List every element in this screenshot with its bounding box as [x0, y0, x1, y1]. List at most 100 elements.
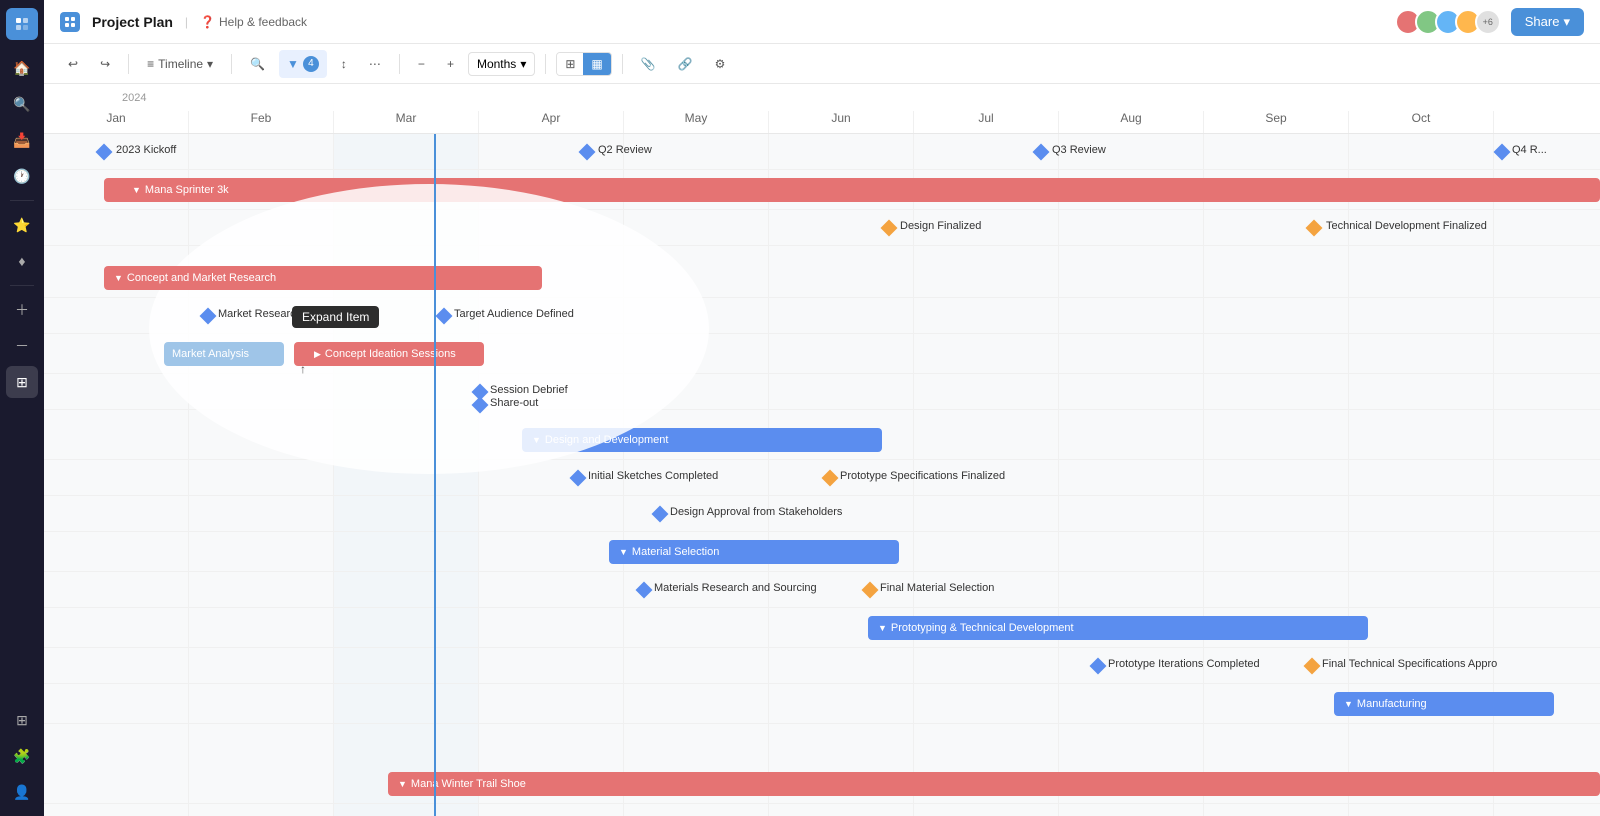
- milestone-q2: [579, 144, 596, 161]
- month-sep: Sep: [1204, 111, 1349, 133]
- milestone-market-research: [200, 308, 217, 325]
- sidebar-icon-puzzle[interactable]: 🧩: [6, 740, 38, 772]
- design-dev-label: ▼ Design and Development: [532, 434, 668, 446]
- prototyping-label: ▼ Prototyping & Technical Development: [878, 622, 1074, 634]
- sidebar-icon-diamond[interactable]: ♦: [6, 245, 38, 277]
- sidebar-icon-minus[interactable]: －: [6, 330, 38, 362]
- redo-button[interactable]: ↪: [92, 50, 118, 78]
- milestone-final-material: [862, 582, 879, 599]
- row-prototyping: ▼ Prototyping & Technical Development: [44, 608, 1600, 648]
- sidebar-icon-clock[interactable]: 🕐: [6, 160, 38, 192]
- milestone-kickoff: [96, 144, 113, 161]
- view-grid-button[interactable]: ▦: [583, 53, 610, 75]
- tech-dev-label: Technical Development Finalized: [1326, 220, 1487, 232]
- design-approval-label: Design Approval from Stakeholders: [670, 506, 842, 518]
- milestone-prototype-iterations: [1090, 658, 1107, 675]
- final-material-label: Final Material Selection: [880, 582, 994, 594]
- sidebar-icon-user[interactable]: 👤: [6, 776, 38, 808]
- row-mana-winter: ▼ Mana Winter Trail Shoe: [44, 764, 1600, 804]
- mana-sprinter-label: ▼ Mana Sprinter 3k: [132, 184, 229, 196]
- market-analysis-label: Market Analysis: [172, 348, 249, 360]
- month-jan: Jan: [44, 111, 189, 133]
- sidebar-icon-grid-bottom[interactable]: ⊞: [6, 704, 38, 736]
- bar-mana-sprinter[interactable]: ▼ Mana Sprinter 3k: [104, 178, 1600, 202]
- row-initial-sketches: Initial Sketches Completed Prototype Spe…: [44, 460, 1600, 496]
- design-finalized-label: Design Finalized: [900, 220, 981, 232]
- concept-market-label: ▼ Concept and Market Research: [114, 272, 276, 284]
- tooltip-expand: Expand Item: [292, 306, 379, 328]
- bar-material-selection[interactable]: ▼ Material Selection: [609, 540, 899, 564]
- undo-button[interactable]: ↩: [60, 50, 86, 78]
- link-button[interactable]: 🔗: [670, 50, 701, 78]
- sidebar-divider-2: [10, 285, 34, 286]
- attach-button[interactable]: 📎: [633, 50, 664, 78]
- session-debrief-label: Session Debrief: [490, 384, 568, 396]
- row-material-selection: ▼ Material Selection: [44, 532, 1600, 572]
- zoom-in-button[interactable]: +: [439, 50, 462, 78]
- month-oct: Oct: [1349, 111, 1494, 133]
- app-logo[interactable]: [6, 8, 38, 40]
- zoom-out-button[interactable]: −: [410, 50, 433, 78]
- milestone-tech-dev: [1306, 220, 1323, 237]
- bar-concept-market[interactable]: ▼ Concept and Market Research: [104, 266, 542, 290]
- cursor-indicator: ↑: [300, 362, 306, 376]
- milestone-initial-sketches: [570, 470, 587, 487]
- row-materials-research: Materials Research and Sourcing Final Ma…: [44, 572, 1600, 608]
- row-prototype-iterations: Prototype Iterations Completed Final Tec…: [44, 648, 1600, 684]
- bar-prototyping[interactable]: ▼ Prototyping & Technical Development: [868, 616, 1368, 640]
- sidebar-icon-home[interactable]: 🏠: [6, 52, 38, 84]
- chevron-down-icon: ▾: [520, 57, 526, 71]
- sidebar-divider-1: [10, 200, 34, 201]
- materials-research-label: Materials Research and Sourcing: [654, 582, 817, 594]
- row-session-debrief: Session Debrief Share-out: [44, 374, 1600, 410]
- share-button[interactable]: Share ▾: [1511, 8, 1584, 36]
- sort-button[interactable]: ↕: [333, 50, 355, 78]
- settings-button[interactable]: ⚙: [707, 50, 734, 78]
- gantt-container: 2024 Jan Feb Mar Apr May Jun Jul Aug Sep…: [44, 84, 1600, 816]
- months-button[interactable]: Months ▾: [468, 52, 535, 76]
- sidebar-icon-grid[interactable]: ⊞: [6, 366, 38, 398]
- timeline-button[interactable]: ≡ Timeline ▾: [139, 50, 221, 78]
- year-label: 2024: [122, 92, 146, 104]
- month-mar: Mar: [334, 111, 479, 133]
- bar-market-analysis[interactable]: Market Analysis: [164, 342, 284, 366]
- sidebar-icon-star[interactable]: ⭐: [6, 209, 38, 241]
- milestone-final-tech-specs: [1304, 658, 1321, 675]
- search-button[interactable]: 🔍: [242, 50, 273, 78]
- sidebar-icon-add[interactable]: ＋: [6, 294, 38, 326]
- sidebar-icon-search[interactable]: 🔍: [6, 88, 38, 120]
- bar-manufacturing[interactable]: ▼ Manufacturing: [1334, 692, 1554, 716]
- spacer-2: [44, 410, 1600, 420]
- more-button[interactable]: ⋯: [361, 50, 389, 78]
- q3-review-label: Q3 Review: [1052, 144, 1106, 156]
- main-content: Project Plan | ❓ Help & feedback +6 Shar…: [44, 0, 1600, 816]
- initial-sketches-label: Initial Sketches Completed: [588, 470, 718, 482]
- milestone-q3: [1033, 144, 1050, 161]
- question-icon: ❓: [200, 15, 215, 29]
- spacer-3: [44, 724, 1600, 764]
- row-concept-market: ▼ Concept and Market Research: [44, 258, 1600, 298]
- project-icon: [60, 12, 80, 32]
- mana-winter-label: ▼ Mana Winter Trail Shoe: [398, 778, 526, 790]
- filter-button[interactable]: ▼ 4: [279, 50, 327, 78]
- filter-badge: 4: [303, 56, 319, 72]
- spacer-1: [44, 246, 1600, 258]
- view-list-button[interactable]: ⊞: [557, 53, 583, 75]
- bar-design-dev[interactable]: ▼ Design and Development: [522, 428, 882, 452]
- bar-mana-winter[interactable]: ▼ Mana Winter Trail Shoe: [388, 772, 1600, 796]
- filter-icon: ▼: [287, 57, 299, 71]
- q4-review-label: Q4 R...: [1512, 144, 1547, 156]
- month-apr: Apr: [479, 111, 624, 133]
- manufacturing-label: ▼ Manufacturing: [1344, 698, 1427, 710]
- help-feedback-btn[interactable]: ❓ Help & feedback: [200, 15, 307, 29]
- prototype-specs-label: Prototype Specifications Finalized: [840, 470, 1005, 482]
- sidebar-icon-inbox[interactable]: 📥: [6, 124, 38, 156]
- toolbar: ↩ ↪ ≡ Timeline ▾ 🔍 ▼ 4 ↕ ⋯ − + Months ▾ …: [44, 44, 1600, 84]
- row-design-approval: Design Approval from Stakeholders: [44, 496, 1600, 532]
- row-mana-sprinter: ▼ Mana Sprinter 3k: [44, 170, 1600, 210]
- bar-concept-ideation[interactable]: ▶ Concept Ideation Sessions: [294, 342, 484, 366]
- q2-review-label: Q2 Review: [598, 144, 652, 156]
- milestone-design-finalized: [881, 220, 898, 237]
- header-right: +6 Share ▾: [1395, 8, 1584, 36]
- gantt-rows: 2023 Kickoff Q2 Review Q3 Review Q4 R...…: [44, 134, 1600, 816]
